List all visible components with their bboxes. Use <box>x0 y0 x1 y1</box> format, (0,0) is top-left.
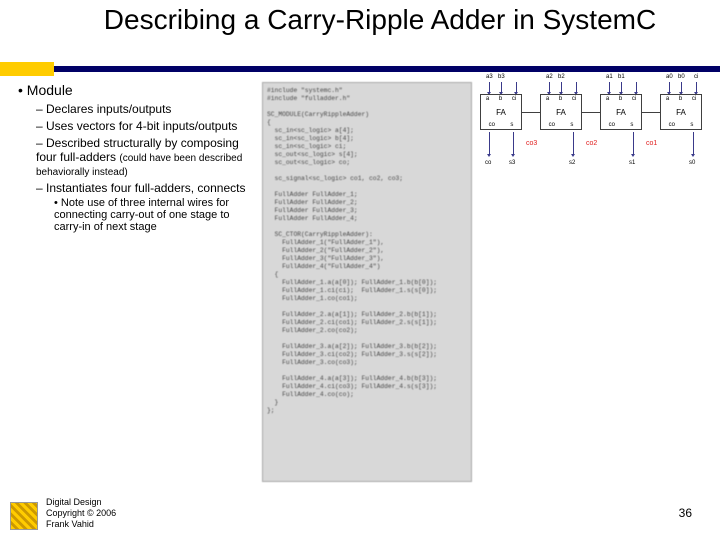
lbl-s2: s2 <box>569 160 575 166</box>
arrow-icon <box>633 132 634 154</box>
arrow-icon <box>513 132 514 154</box>
lbl-s0: s0 <box>689 160 695 166</box>
fa-box-1: abci FA cos <box>600 94 642 130</box>
lbl-a2: a2 <box>546 74 553 80</box>
arrow-icon <box>489 82 490 92</box>
lbl-co: co <box>485 160 491 166</box>
wire-co2 <box>582 112 600 113</box>
arrow-icon <box>681 82 682 92</box>
arrow-icon <box>636 82 637 92</box>
bullet-instantiates: Instantiates four full-adders, connects <box>36 181 258 195</box>
footer-line2: Copyright © 2006 <box>46 508 116 519</box>
lbl-a3: a3 <box>486 74 493 80</box>
arrow-icon <box>669 82 670 92</box>
code-screenshot: #include "systemc.h" #include "fulladder… <box>262 82 472 482</box>
footer-line1: Digital Design <box>46 497 116 508</box>
lbl-s3: s3 <box>509 160 515 166</box>
bullet-module: Module <box>18 82 258 98</box>
lbl-a1: a1 <box>606 74 613 80</box>
lbl-a0: a0 <box>666 74 673 80</box>
lbl-ci: ci <box>694 74 698 80</box>
lbl-b2: b2 <box>558 74 565 80</box>
arrow-icon <box>576 82 577 92</box>
arrow-icon <box>696 82 697 92</box>
wire-co1 <box>642 112 660 113</box>
adder-diagram: a3 b3 a2 b2 a1 b1 a0 b0 ci abci FA cos a… <box>480 74 716 194</box>
fa-box-2: abci FA cos <box>540 94 582 130</box>
bullet-vectors: Uses vectors for 4-bit inputs/outputs <box>36 119 258 133</box>
fa-box-0: abci FA cos <box>660 94 702 130</box>
lbl-co2: co2 <box>586 140 597 147</box>
lbl-b0: b0 <box>678 74 685 80</box>
bullet-structural: Described structurally by composing four… <box>36 136 258 178</box>
bullet-declares: Declares inputs/outputs <box>36 102 258 116</box>
footer-line3: Frank Vahid <box>46 519 116 530</box>
lbl-co1: co1 <box>646 140 657 147</box>
bullet-internal-wires: Note use of three internal wires for con… <box>54 197 258 233</box>
lbl-b3: b3 <box>498 74 505 80</box>
arrow-icon <box>549 82 550 92</box>
arrow-icon <box>489 132 490 154</box>
arrow-icon <box>561 82 562 92</box>
page-number: 36 <box>679 506 692 520</box>
lbl-s1: s1 <box>629 160 635 166</box>
wire-co3 <box>522 112 540 113</box>
arrow-icon <box>621 82 622 92</box>
slide-title: Describing a Carry-Ripple Adder in Syste… <box>60 4 700 36</box>
accent-yellow <box>0 62 54 76</box>
arrow-icon <box>573 132 574 154</box>
arrow-icon <box>501 82 502 92</box>
arrow-icon <box>609 82 610 92</box>
lbl-co3: co3 <box>526 140 537 147</box>
bullet-list: Module Declares inputs/outputs Uses vect… <box>18 82 258 233</box>
arrow-icon <box>516 82 517 92</box>
logo-icon <box>10 502 38 530</box>
arrow-icon <box>693 132 694 154</box>
lbl-b1: b1 <box>618 74 625 80</box>
footer-text: Digital Design Copyright © 2006 Frank Va… <box>46 497 116 530</box>
fa-box-3: abci FA cos <box>480 94 522 130</box>
accent-navy <box>54 66 720 72</box>
